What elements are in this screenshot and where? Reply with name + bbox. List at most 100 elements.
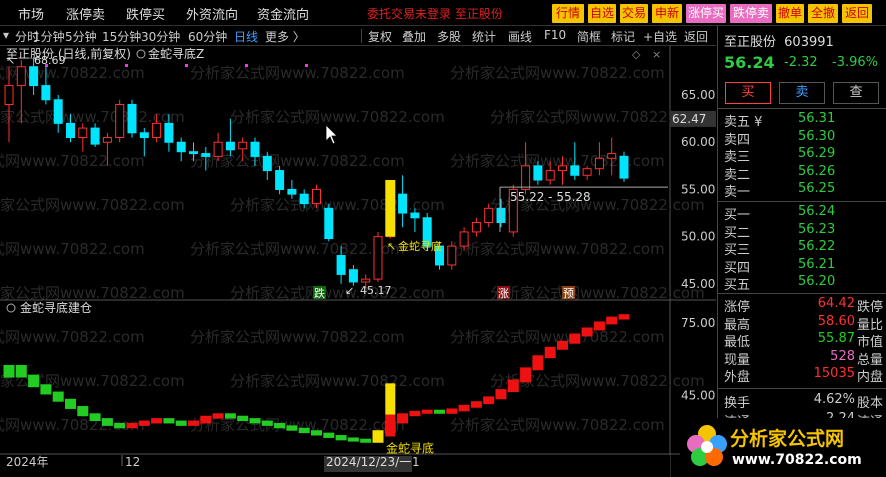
query-button[interactable]: 查 bbox=[833, 82, 879, 104]
sell-button[interactable]: 卖 bbox=[779, 82, 825, 104]
ask-row[interactable]: 卖三 56.29 bbox=[718, 146, 886, 165]
quick-button-8[interactable]: 返回 bbox=[842, 4, 872, 23]
candle-body bbox=[570, 165, 580, 176]
period-tab-4[interactable]: 30分钟 bbox=[141, 28, 180, 45]
quick-button-2[interactable]: 交易 bbox=[620, 4, 648, 23]
menu-limit-down-buy[interactable]: 跌停买 bbox=[126, 4, 165, 23]
tool-button-6[interactable]: 简框 bbox=[577, 28, 601, 45]
indicator-bar bbox=[237, 415, 249, 422]
candle-body bbox=[312, 188, 321, 205]
candle-body bbox=[90, 127, 100, 145]
candle-body bbox=[287, 188, 297, 195]
period-tab-1[interactable]: 1分钟 bbox=[33, 28, 65, 45]
signal-candle-yellow bbox=[385, 180, 396, 237]
signal-label-main: 金蛇寻底 bbox=[398, 239, 442, 253]
toolbar-menu-icon[interactable]: ▾ bbox=[3, 28, 9, 42]
indicator-bar bbox=[151, 418, 163, 424]
candle-body bbox=[533, 165, 543, 181]
signal-label-sub: 金蛇寻底 bbox=[386, 441, 434, 456]
tool-button-4[interactable]: 画线 bbox=[508, 28, 532, 45]
top-menu-bar: 市场 涨停卖 跌停买 外资流向 资金流向 委托交易未登录 至正股份 行情 自选 交易… bbox=[0, 0, 886, 26]
stock-name: 至正股份 bbox=[724, 35, 777, 50]
candle-body bbox=[324, 207, 334, 240]
chart-canvas[interactable]: 分析家公式网www.70822.com 分析家公式网www.70822.com 分析… bbox=[0, 46, 716, 477]
period-tab-2[interactable]: 5分钟 bbox=[65, 28, 97, 45]
bid-row[interactable]: 买一 56.24 bbox=[718, 204, 886, 223]
indicator-bar bbox=[593, 321, 605, 331]
period-tab-5[interactable]: 60分钟 bbox=[188, 28, 227, 45]
ask-row[interactable]: 卖二 56.26 bbox=[718, 164, 886, 183]
candle-body bbox=[53, 99, 63, 124]
indicator-bar bbox=[397, 413, 409, 424]
indicator-bar bbox=[286, 425, 298, 431]
menu-limit-up-sell[interactable]: 涨停卖 bbox=[66, 4, 105, 23]
period-tab-3[interactable]: 15分钟 bbox=[102, 28, 141, 45]
indicator-bar bbox=[224, 413, 236, 419]
bid-row[interactable]: 买二 56.23 bbox=[718, 222, 886, 241]
indicator-bar bbox=[28, 374, 40, 388]
quick-button-5[interactable]: 跌停卖 bbox=[730, 4, 772, 23]
indicator-bar bbox=[15, 364, 27, 378]
buy-button[interactable]: 买 bbox=[725, 82, 771, 104]
indicator-bar bbox=[557, 340, 568, 350]
low-marker-arrow: ↙ bbox=[345, 284, 354, 297]
tag-fall: 跌 bbox=[314, 286, 325, 300]
range-label: 55.22 - 55.28 bbox=[510, 190, 591, 204]
candle-body bbox=[127, 103, 137, 134]
ask-label: 卖一 bbox=[724, 185, 751, 201]
indicator-bar bbox=[52, 391, 64, 402]
indicator-bar bbox=[175, 420, 187, 426]
candle-body bbox=[410, 212, 420, 219]
quick-button-7[interactable]: 全撤 bbox=[808, 4, 838, 23]
ask-row[interactable]: 卖五 ¥ 56.31 bbox=[718, 111, 886, 130]
quick-button-4[interactable]: 涨停买 bbox=[686, 4, 726, 23]
tool-button-2[interactable]: 多股 bbox=[437, 28, 461, 45]
candle-body bbox=[558, 165, 567, 172]
candle-body bbox=[102, 137, 112, 143]
bid-price: 56.24 bbox=[798, 204, 836, 219]
ask-row[interactable]: 卖四 56.30 bbox=[718, 128, 886, 148]
indicator-bar bbox=[520, 367, 532, 383]
bid-label: 买五 bbox=[724, 278, 751, 294]
candle-body bbox=[594, 157, 604, 170]
bid-row[interactable]: 买三 56.22 bbox=[718, 239, 886, 258]
quick-button-0[interactable]: 行情 bbox=[552, 4, 584, 23]
low-marker-label: 45.17 bbox=[360, 284, 392, 297]
tool-button-9[interactable]: 返回 bbox=[684, 28, 708, 45]
tool-button-8[interactable]: +自选 bbox=[643, 28, 677, 45]
menu-fund-flow[interactable]: 资金流向 bbox=[257, 4, 309, 23]
ask-price: 56.29 bbox=[798, 146, 836, 162]
indicator-bar bbox=[261, 420, 273, 426]
quick-button-1[interactable]: 自选 bbox=[588, 4, 616, 23]
watermark-text: 分析家公式网www.70822.com bbox=[190, 328, 405, 346]
tool-button-3[interactable]: 统计 bbox=[472, 28, 496, 45]
watermark-text: 分析家公式网www.70822.com bbox=[490, 284, 705, 302]
quick-button-3[interactable]: 申新 bbox=[652, 4, 682, 23]
tool-button-5[interactable]: F10 bbox=[544, 28, 566, 42]
menu-foreign-flow[interactable]: 外资流向 bbox=[186, 4, 238, 23]
candle-body bbox=[398, 193, 408, 214]
kline-chart[interactable]: 分析家公式网www.70822.com 分析家公式网www.70822.com 分析… bbox=[0, 46, 716, 477]
menu-market[interactable]: 市场 bbox=[18, 4, 44, 23]
indicator-bar bbox=[458, 404, 470, 412]
ask-price: 56.31 bbox=[798, 111, 836, 126]
tool-button-0[interactable]: 复权 bbox=[368, 28, 392, 45]
ask-price: 56.30 bbox=[798, 128, 836, 144]
bid-row[interactable]: 买五 56.20 bbox=[718, 274, 886, 294]
tool-button-7[interactable]: 标记 bbox=[611, 28, 635, 45]
sub-axis-label: 75.00 bbox=[681, 316, 715, 330]
quick-button-6[interactable]: 撤单 bbox=[776, 4, 804, 23]
period-tab-6[interactable]: 日线 bbox=[234, 28, 258, 45]
stat-row: 最高 58.60 量比 bbox=[718, 314, 886, 333]
indicator-bar bbox=[3, 364, 15, 378]
candle-body bbox=[139, 132, 149, 139]
candle-body bbox=[336, 255, 346, 275]
ask-row[interactable]: 卖一 56.25 bbox=[718, 181, 886, 201]
period-tab-7[interactable]: 更多 〉 bbox=[265, 28, 305, 45]
panel-divider bbox=[718, 388, 886, 389]
indicator-bar bbox=[65, 398, 76, 409]
tool-button-1[interactable]: 叠加 bbox=[402, 28, 426, 45]
stat-label-2: 跌停 bbox=[857, 300, 884, 315]
bid-row[interactable]: 买四 56.21 bbox=[718, 257, 886, 276]
candle-body bbox=[582, 168, 592, 176]
